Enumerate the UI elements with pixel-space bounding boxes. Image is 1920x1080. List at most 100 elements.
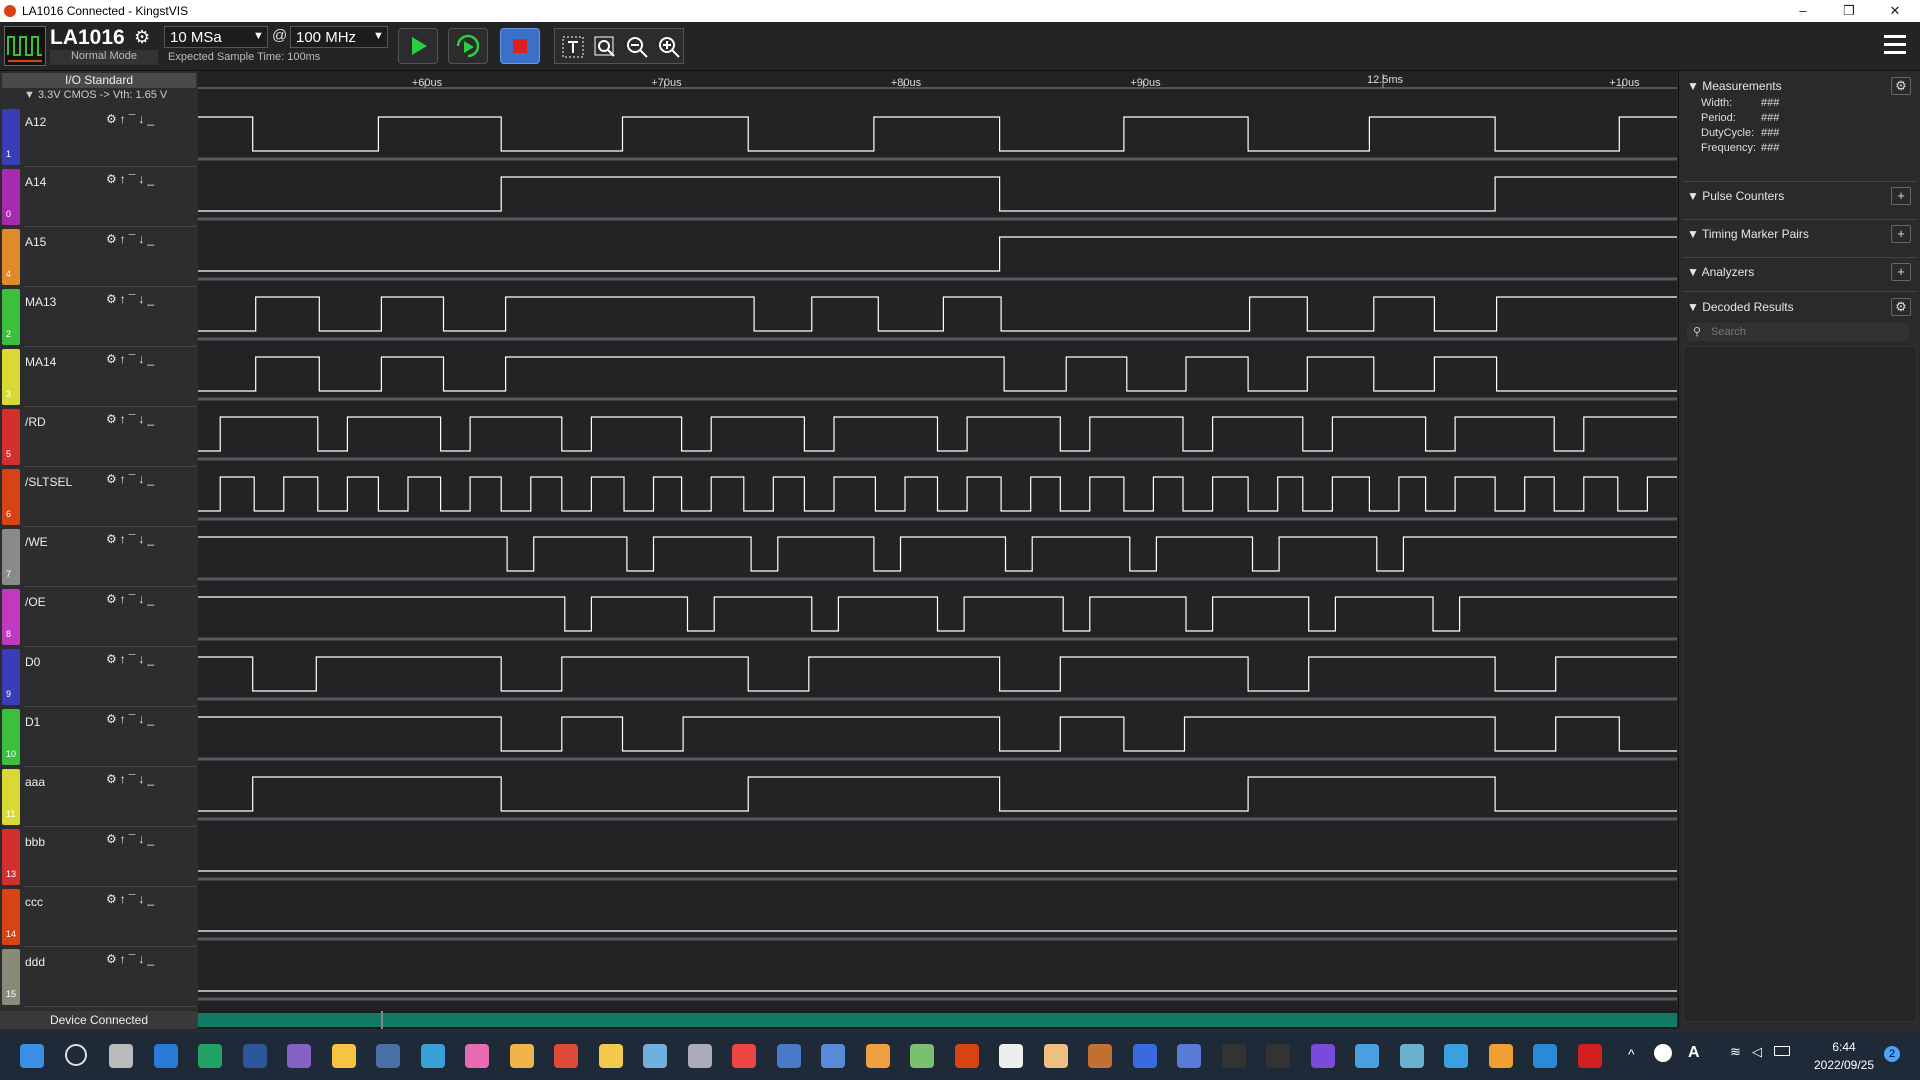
- figure-icon[interactable]: [1132, 1044, 1157, 1068]
- channel-name[interactable]: A14: [25, 175, 46, 189]
- decoded-results-header[interactable]: ▼ Decoded Results: [1687, 300, 1794, 314]
- app-icon[interactable]: [732, 1044, 756, 1068]
- figure-icon[interactable]: [1043, 1044, 1068, 1068]
- gear-icon[interactable]: ⚙: [106, 832, 120, 846]
- channel-trigger-icons[interactable]: ⚙↑¯↓_: [106, 652, 157, 666]
- add-analyzer-button[interactable]: +: [1891, 263, 1911, 281]
- notification-badge[interactable]: 2: [1884, 1046, 1900, 1062]
- channel-row[interactable]: 2 MA13 ⚙↑¯↓_: [0, 287, 198, 347]
- high-level-icon[interactable]: ¯: [129, 712, 139, 726]
- channel-trigger-icons[interactable]: ⚙↑¯↓_: [106, 532, 157, 546]
- zoom-in-icon[interactable]: [655, 33, 683, 61]
- low-level-icon[interactable]: _: [147, 112, 157, 126]
- rising-edge-icon[interactable]: ↑: [120, 172, 129, 186]
- gear-icon[interactable]: ⚙: [106, 232, 120, 246]
- device-settings-gear-icon[interactable]: ⚙: [134, 27, 150, 48]
- zoom-fit-icon[interactable]: [591, 33, 619, 61]
- battery-icon[interactable]: [1774, 1046, 1790, 1056]
- app-icon[interactable]: [598, 1044, 623, 1068]
- low-level-icon[interactable]: _: [147, 892, 157, 906]
- tray-app-icon[interactable]: [1654, 1044, 1672, 1062]
- gear-icon[interactable]: ⚙: [106, 352, 120, 366]
- clock-date[interactable]: 2022/09/25: [1808, 1058, 1880, 1072]
- measurements-settings-gear-icon[interactable]: ⚙: [1891, 77, 1911, 95]
- hamburger-icon[interactable]: [1884, 32, 1906, 56]
- calculator-icon[interactable]: [376, 1044, 400, 1068]
- gear-icon[interactable]: ⚙: [106, 112, 120, 126]
- channel-trigger-icons[interactable]: ⚙↑¯↓_: [106, 892, 157, 906]
- rising-edge-icon[interactable]: ↑: [120, 112, 129, 126]
- channel-row[interactable]: 7/WE ⚙↑¯↓_: [0, 527, 198, 587]
- arrow-icon[interactable]: [1088, 1044, 1112, 1068]
- channel-row[interactable]: 3 MA14 ⚙↑¯↓_: [0, 347, 198, 407]
- terminal-icon[interactable]: [1221, 1044, 1246, 1068]
- search-icon[interactable]: [64, 1044, 87, 1066]
- high-level-icon[interactable]: ¯: [129, 172, 139, 186]
- channel-name[interactable]: D0: [25, 655, 40, 669]
- decoded-settings-gear-icon[interactable]: ⚙: [1891, 298, 1911, 316]
- excel-icon[interactable]: [198, 1044, 222, 1068]
- paint-icon[interactable]: [465, 1044, 489, 1068]
- channel-name[interactable]: D1: [25, 715, 40, 729]
- channel-trigger-icons[interactable]: ⚙↑¯↓_: [106, 712, 157, 726]
- windows-start-icon[interactable]: [20, 1044, 44, 1068]
- sample-rate-select[interactable]: 100 MHz ▼: [290, 26, 388, 48]
- image-icon[interactable]: [643, 1044, 667, 1068]
- timing-markers-header[interactable]: ▼ Timing Marker Pairs: [1687, 227, 1809, 241]
- analyzers-header[interactable]: ▼ Analyzers: [1687, 265, 1754, 279]
- gear-icon[interactable]: ⚙: [106, 472, 120, 486]
- visual-studio-icon[interactable]: [287, 1044, 311, 1068]
- channel-name[interactable]: /WE: [25, 535, 48, 549]
- high-level-icon[interactable]: ¯: [129, 652, 139, 666]
- gear-icon[interactable]: ⚙: [106, 892, 120, 906]
- rising-edge-icon[interactable]: ↑: [120, 712, 129, 726]
- channel-trigger-icons[interactable]: ⚙↑¯↓_: [106, 112, 157, 126]
- rising-edge-icon[interactable]: ↑: [120, 232, 129, 246]
- rising-edge-icon[interactable]: ↑: [120, 412, 129, 426]
- channel-trigger-icons[interactable]: ⚙↑¯↓_: [106, 232, 157, 246]
- high-level-icon[interactable]: ¯: [129, 892, 139, 906]
- high-level-icon[interactable]: ¯: [129, 412, 139, 426]
- low-level-icon[interactable]: _: [147, 292, 157, 306]
- scrollbar-thumb[interactable]: [381, 1011, 383, 1029]
- channel-row[interactable]: 5/RD ⚙↑¯↓_: [0, 407, 198, 467]
- channel-row[interactable]: 9 D0 ⚙↑¯↓_: [0, 647, 198, 707]
- add-pulse-counter-button[interactable]: +: [1891, 187, 1911, 205]
- rising-edge-icon[interactable]: ↑: [120, 532, 129, 546]
- channel-name[interactable]: /OE: [25, 595, 46, 609]
- msx-icon[interactable]: [776, 1044, 801, 1068]
- record-icon[interactable]: [999, 1044, 1023, 1068]
- vscode-icon[interactable]: [1533, 1044, 1557, 1068]
- low-level-icon[interactable]: _: [147, 352, 157, 366]
- low-level-icon[interactable]: _: [147, 712, 157, 726]
- stop-button[interactable]: [500, 28, 540, 64]
- channel-name[interactable]: /RD: [25, 415, 46, 429]
- globe-icon[interactable]: [420, 1044, 445, 1068]
- io-standard-select[interactable]: ▼ 3.3V CMOS -> Vth: 1.65 V: [24, 89, 167, 101]
- rising-edge-icon[interactable]: ↑: [120, 652, 129, 666]
- pulse-counters-header[interactable]: ▼ Pulse Counters: [1687, 189, 1784, 203]
- scanner-icon[interactable]: [687, 1044, 712, 1068]
- gear-icon[interactable]: ⚙: [106, 952, 120, 966]
- gear-icon[interactable]: ⚙: [106, 772, 120, 786]
- channel-row[interactable]: 15 ddd ⚙↑¯↓_: [0, 947, 198, 1007]
- channel-name[interactable]: A15: [25, 235, 46, 249]
- mail-icon[interactable]: [153, 1044, 178, 1068]
- low-level-icon[interactable]: _: [147, 772, 157, 786]
- channel-trigger-icons[interactable]: ⚙↑¯↓_: [106, 352, 157, 366]
- rising-edge-icon[interactable]: ↑: [120, 292, 129, 306]
- kingstvis-icon[interactable]: [954, 1044, 979, 1068]
- channel-row[interactable]: 4 A15 ⚙↑¯↓_: [0, 227, 198, 287]
- word-icon[interactable]: [242, 1044, 267, 1068]
- high-level-icon[interactable]: ¯: [129, 592, 139, 606]
- channel-row[interactable]: 0 A14 ⚙↑¯↓_: [0, 167, 198, 227]
- waveform-area[interactable]: +60us +70us +80us +90us 12.5ms +10us: [198, 71, 1677, 1028]
- high-level-icon[interactable]: ¯: [129, 112, 139, 126]
- gear-icon[interactable]: ⚙: [106, 412, 120, 426]
- close-button[interactable]: ✕: [1872, 0, 1918, 22]
- channel-trigger-icons[interactable]: ⚙↑¯↓_: [106, 772, 157, 786]
- chart-icon[interactable]: [1488, 1044, 1513, 1068]
- high-level-icon[interactable]: ¯: [129, 472, 139, 486]
- channel-name[interactable]: MA13: [25, 295, 56, 309]
- app-icon[interactable]: [1355, 1044, 1379, 1068]
